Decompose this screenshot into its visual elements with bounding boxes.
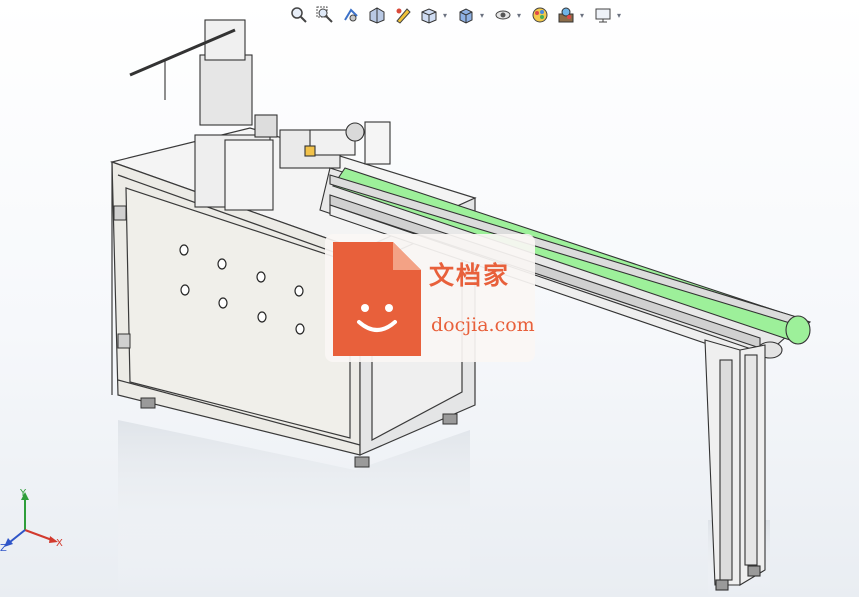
heads-up-view-toolbar: ▾ ▾ ▾ ▾ ▾ (288, 2, 625, 28)
previous-view-icon[interactable] (340, 4, 362, 26)
floor-reflection (118, 420, 770, 597)
conveyor-support (704, 339, 766, 591)
document-logo-icon (333, 242, 421, 356)
chevron-down-icon[interactable]: ▾ (515, 4, 523, 26)
zoom-to-fit-icon[interactable] (288, 4, 310, 26)
section-view-icon[interactable] (366, 4, 388, 26)
triad-y-label: Y (19, 488, 27, 499)
chevron-down-icon[interactable]: ▾ (615, 4, 623, 26)
watermark-cn-text: 文档家 (429, 261, 511, 290)
dynamic-annotation-icon[interactable] (392, 4, 414, 26)
chevron-down-icon[interactable]: ▾ (441, 4, 449, 26)
edit-appearance-icon[interactable] (529, 4, 551, 26)
hide-show-items-icon[interactable] (492, 4, 514, 26)
view-settings-icon[interactable] (592, 4, 614, 26)
watermark: 文档家 docjia.com (325, 234, 535, 362)
watermark-en-text: docjia.com (431, 314, 535, 336)
display-style-icon[interactable] (455, 4, 477, 26)
chevron-down-icon[interactable]: ▾ (478, 4, 486, 26)
triad-z-label: Z (0, 543, 7, 554)
view-orientation-icon[interactable] (418, 4, 440, 26)
chevron-down-icon[interactable]: ▾ (578, 4, 586, 26)
reference-triad: Y X Z (0, 488, 63, 554)
zoom-to-area-icon[interactable] (314, 4, 336, 26)
triad-x-label: X (56, 538, 63, 549)
apply-scene-icon[interactable] (555, 4, 577, 26)
